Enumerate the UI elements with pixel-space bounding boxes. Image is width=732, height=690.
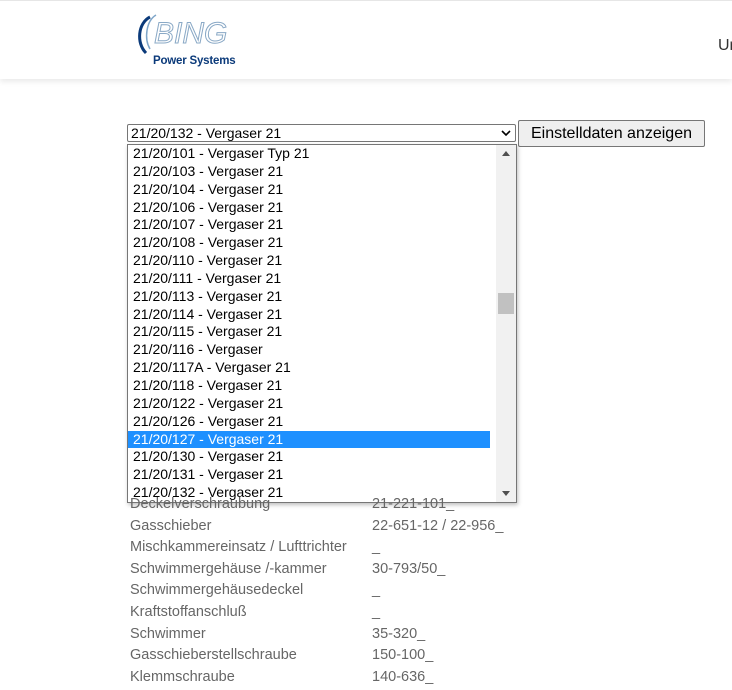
row-value: _ [372, 582, 381, 599]
row-value: 35-320_ [372, 625, 426, 642]
row-value: 22-651-12 / 22-956_ [372, 517, 504, 534]
row-label: Schwimmer [130, 625, 206, 642]
row-label: Schwimmergehäuse /-kammer [130, 560, 327, 577]
dropdown-options: 21/20/101 - Vergaser Typ 21 21/20/103 - V… [128, 145, 516, 502]
select-current-value: 21/20/132 - Vergaser 21 [131, 125, 282, 141]
dropdown-option[interactable]: 21/20/130 - Vergaser 21 [128, 448, 490, 466]
dropdown-option[interactable]: 21/20/108 - Vergaser 21 [128, 234, 490, 252]
bing-logo[interactable]: BING Power Systems [136, 13, 236, 71]
scroll-up-icon[interactable] [502, 151, 510, 156]
logo-text: BING [154, 17, 227, 50]
row-label: Deckelverschraubung [130, 496, 271, 512]
dropdown-option[interactable]: 21/20/111 - Vergaser 21 [128, 270, 490, 288]
chevron-down-icon [501, 130, 511, 137]
dropdown-option[interactable]: 21/20/118 - Vergaser 21 [128, 377, 490, 395]
dropdown-option[interactable]: 21/20/116 - Vergaser [128, 341, 490, 359]
dropdown-scrollbar[interactable] [496, 145, 516, 502]
dropdown-option[interactable]: 21/20/131 - Vergaser 21 [128, 466, 490, 484]
dropdown-option[interactable]: 21/20/101 - Vergaser Typ 21 [128, 145, 490, 163]
row-value: 21-221-101_ [372, 496, 455, 512]
dropdown-option[interactable]: 21/20/113 - Vergaser 21 [128, 288, 490, 306]
site-header: BING Power Systems Ur [0, 0, 732, 79]
dropdown-option[interactable]: 21/20/126 - Vergaser 21 [128, 413, 490, 431]
dropdown-option[interactable]: 21/20/107 - Vergaser 21 [128, 216, 490, 234]
row-label: Schwimmergehäusedeckel [130, 582, 304, 599]
dropdown-option[interactable]: 21/20/127 - Vergaser 21 [128, 430, 490, 449]
bing-logo-icon: BING [138, 14, 228, 55]
scroll-down-icon[interactable] [502, 491, 510, 496]
row-label: Gasschieberstellschraube [130, 647, 297, 664]
show-settings-button[interactable]: Einstelldaten anzeigen [518, 120, 705, 147]
dropdown-option[interactable]: 21/20/117A - Vergaser 21 [128, 359, 490, 377]
dropdown-option[interactable]: 21/20/104 - Vergaser 21 [128, 181, 490, 199]
row-value: 30-793/50_ [372, 560, 446, 577]
dropdown-option[interactable]: 21/20/110 - Vergaser 21 [128, 252, 490, 270]
row-label: Mischkammereinsatz / Lufttrichter [130, 539, 347, 556]
dropdown-option[interactable]: 21/20/114 - Vergaser 21 [128, 306, 490, 324]
logo-subtitle: Power Systems [153, 55, 236, 67]
scroll-thumb[interactable] [498, 293, 514, 314]
row-label: Kraftstoffanschluß [130, 603, 247, 620]
nav-item-partial[interactable]: Ur [718, 37, 732, 55]
dropdown-option[interactable]: 21/20/106 - Vergaser 21 [128, 199, 490, 217]
dropdown-option[interactable]: 21/20/103 - Vergaser 21 [128, 163, 490, 181]
row-label: Gasschieber [130, 517, 212, 534]
dropdown-option[interactable]: 21/20/115 - Vergaser 21 [128, 323, 490, 341]
row-value: 140-636_ [372, 668, 434, 685]
row-value: _ [372, 539, 381, 556]
row-value: 150-100_ [372, 647, 434, 664]
dropdown-option[interactable]: 21/20/122 - Vergaser 21 [128, 395, 490, 413]
carburetor-select[interactable]: 21/20/132 - Vergaser 21 [127, 124, 516, 142]
row-value: _ [372, 603, 381, 620]
carburetor-dropdown-list[interactable]: 21/20/101 - Vergaser Typ 21 21/20/103 - V… [127, 144, 517, 503]
row-label: Klemmschraube [130, 668, 235, 685]
